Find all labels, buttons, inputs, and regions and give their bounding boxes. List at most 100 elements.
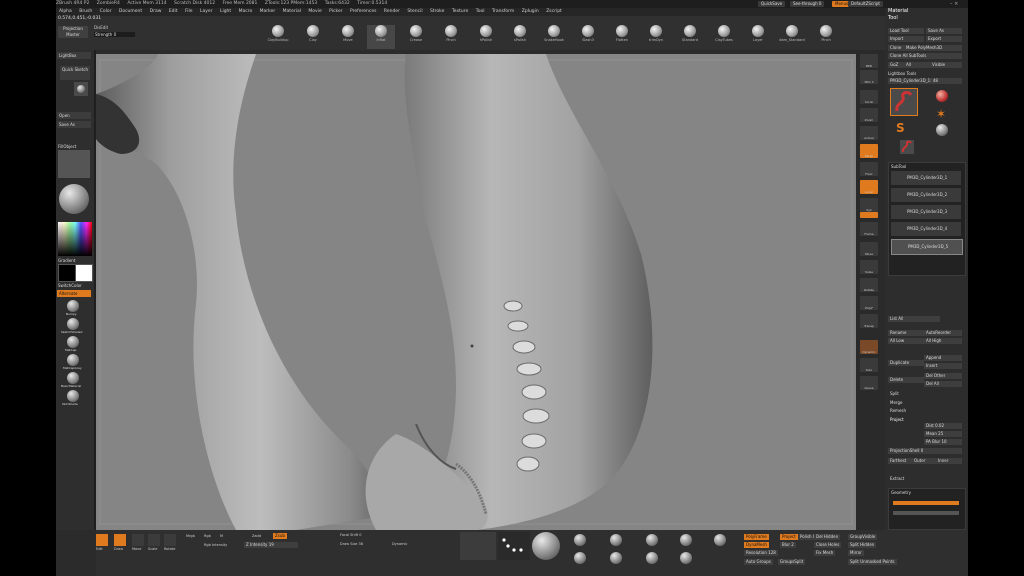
del-all-button[interactable]: Del All [924, 381, 962, 387]
group-visible-button[interactable]: GroupVisible [848, 534, 878, 540]
primary-color-swatch[interactable] [75, 264, 93, 282]
brush-button[interactable]: Move [334, 25, 362, 49]
scroll-button[interactable]: Scroll [860, 90, 878, 104]
sphere3d-tool-icon[interactable] [936, 124, 948, 136]
groups-split-button[interactable]: GroupsSplit [778, 559, 806, 565]
zoom-button[interactable]: Zoom [860, 108, 878, 122]
brush-button[interactable]: Crease [402, 25, 430, 49]
project-toggle[interactable]: Project [780, 534, 798, 540]
strength-slider[interactable]: Strength 0 [94, 32, 135, 37]
bpr-button[interactable]: BPR [860, 54, 878, 68]
solo-button[interactable]: Solo [860, 358, 878, 372]
rgb-intensity-slider[interactable]: Rgb Intensity [204, 543, 227, 547]
brush-button[interactable]: Layer [744, 25, 772, 49]
brush-button[interactable]: SnakeHook [540, 25, 568, 49]
small-snake-icon[interactable] [900, 140, 914, 154]
material-skinshade-icon[interactable] [67, 390, 79, 402]
subtool-item[interactable]: PM3D_Cylinder3D_2 [891, 188, 961, 202]
append-button[interactable]: Append [924, 355, 962, 361]
lightbox-button[interactable]: LightBox [57, 52, 91, 59]
rotate-button[interactable]: Rotate [860, 278, 878, 292]
move-button[interactable]: Move [860, 242, 878, 256]
farthest-button[interactable]: Farthest [888, 458, 912, 464]
menu-item[interactable]: Zscript [546, 9, 562, 14]
material-basic-icon[interactable] [67, 372, 79, 384]
zsub-button[interactable]: Zsub [273, 533, 287, 539]
list-all-button[interactable]: List All [888, 316, 940, 322]
subtool-item[interactable]: PM3D_Cylinder3D_4 [891, 222, 961, 236]
pa-blur-slider[interactable]: PA Blur 10 [924, 439, 962, 445]
actual-button[interactable]: Actual [860, 126, 878, 140]
open-button[interactable]: Open [57, 112, 91, 119]
del-other-button[interactable]: Del Other [924, 373, 962, 379]
menu-item[interactable]: Alpha [59, 9, 72, 14]
menu-item[interactable]: Edit [169, 9, 178, 14]
project-menu[interactable]: Project [890, 417, 904, 422]
focal-shift-slider[interactable]: Focal Shift 0 [340, 533, 361, 537]
rename-button[interactable]: Rename [888, 330, 924, 336]
fix-mesh-button[interactable]: Fix Mesh [814, 550, 836, 556]
transp-button[interactable]: Transp [860, 314, 878, 328]
resolution-slider[interactable]: Resolution 128 [744, 550, 778, 556]
lsym-button[interactable] [860, 212, 878, 218]
xyz-button[interactable]: Xyz [860, 198, 878, 212]
brush-shelf-icon[interactable] [680, 552, 692, 564]
window-controls[interactable]: – × [950, 0, 966, 8]
projection-shell-slider[interactable]: ProjectionShell 0 [888, 448, 962, 454]
auto-groups-button[interactable]: Auto Groups [744, 559, 773, 565]
brush-button[interactable]: hPolish [472, 25, 500, 49]
brush-button[interactable]: Slash3 [574, 25, 602, 49]
del-hidden-button[interactable]: Del Hidden [814, 534, 841, 540]
all-button[interactable]: All [904, 62, 930, 68]
menu-item[interactable]: Stencil [407, 9, 422, 14]
brush-shelf-icon[interactable] [714, 534, 726, 546]
brush-shelf-icon[interactable] [574, 552, 586, 564]
export-button[interactable]: Export [926, 36, 962, 42]
rgb-button[interactable]: Rgb [204, 534, 211, 538]
duplicate-button[interactable]: Duplicate [888, 360, 924, 366]
brush-button[interactable]: Pinch [812, 25, 840, 49]
delete-button[interactable]: Delete [888, 377, 924, 383]
secondary-color-swatch[interactable] [58, 264, 76, 282]
menu-item[interactable]: File [185, 9, 193, 14]
viewport-canvas[interactable] [96, 54, 856, 530]
tool-palette-header[interactable]: Tool [886, 15, 968, 22]
menu-item[interactable]: Transform [492, 9, 514, 14]
material-sketchshaded-icon[interactable] [67, 318, 79, 330]
scale-button-bottom[interactable] [148, 534, 160, 546]
persp-button[interactable]: Persp [860, 144, 878, 158]
minimize-icon[interactable]: – [950, 1, 953, 7]
visible-button[interactable]: Visible [930, 62, 962, 68]
outer-button[interactable]: Outer [912, 458, 936, 464]
brush-button[interactable]: Clay [299, 25, 327, 49]
all-high-button[interactable]: All High [924, 338, 962, 344]
close-holes-button[interactable]: Close Holes [814, 542, 842, 548]
extract-menu[interactable]: Extract [890, 476, 904, 481]
simple-brush-icon[interactable]: S [896, 122, 908, 134]
brush-button[interactable]: Standard [676, 25, 704, 49]
quick-sketch-button[interactable]: Quick Sketch [60, 66, 90, 80]
brush-shelf-icon[interactable] [610, 552, 622, 564]
brush-shelf-icon[interactable] [680, 534, 692, 546]
goz-button[interactable]: GoZ [888, 62, 904, 68]
frame-button[interactable]: Frame [860, 222, 878, 236]
save-as-tool-button[interactable]: Save As [926, 28, 962, 34]
subtool-item[interactable]: PM3D_Cylinder3D_1 [891, 171, 961, 185]
subtool-item-selected[interactable]: PM3D_Cylinder3D_5 [891, 239, 963, 255]
dynamesh-button[interactable]: DynaMesh [744, 542, 769, 548]
split-hidden-button[interactable]: Split Hidden [848, 542, 877, 548]
projection-master-button[interactable]: Projection Master [58, 26, 88, 38]
material-bumpy-icon[interactable] [67, 300, 79, 312]
subtool-header[interactable]: SubTool [891, 164, 906, 169]
material-matcap-icon[interactable] [67, 336, 79, 348]
mrgb-button[interactable]: Mrgb [186, 534, 195, 538]
subtool-item[interactable]: PM3D_Cylinder3D_3 [891, 205, 961, 219]
texture-slot[interactable] [58, 150, 90, 178]
menu-item[interactable]: Color [100, 9, 112, 14]
local-button[interactable]: Local [860, 180, 878, 194]
menu-item[interactable]: Light [220, 9, 231, 14]
split-menu[interactable]: Split [890, 391, 899, 396]
material-sphere-icon[interactable] [59, 184, 89, 214]
menu-item[interactable]: Zplugin [522, 9, 539, 14]
brush-thumbnail[interactable] [74, 82, 88, 96]
